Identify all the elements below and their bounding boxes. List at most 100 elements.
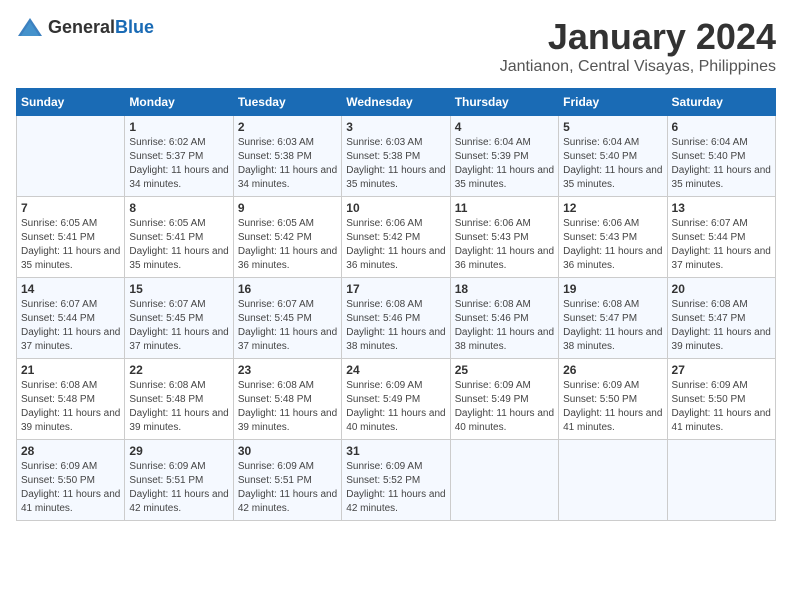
header-friday: Friday (559, 89, 667, 116)
day-number: 6 (672, 120, 771, 134)
calendar-table: SundayMondayTuesdayWednesdayThursdayFrid… (16, 88, 776, 521)
day-info: Sunrise: 6:04 AM Sunset: 5:40 PM Dayligh… (672, 136, 771, 192)
calendar-cell: 24Sunrise: 6:09 AM Sunset: 5:49 PM Dayli… (342, 359, 450, 440)
day-number: 18 (455, 282, 554, 296)
header-tuesday: Tuesday (233, 89, 341, 116)
calendar-cell: 14Sunrise: 6:07 AM Sunset: 5:44 PM Dayli… (17, 278, 125, 359)
calendar-cell: 12Sunrise: 6:06 AM Sunset: 5:43 PM Dayli… (559, 197, 667, 278)
calendar-cell (559, 440, 667, 521)
calendar-cell: 18 Sunrise: 6:08 AM Sunset: 5:46 PM Dayli… (450, 278, 558, 359)
day-number: 25 (455, 363, 554, 377)
logo-general-text: General (48, 17, 115, 37)
calendar-cell: 10 Sunrise: 6:06 AM Sunset: 5:42 PM Dayli… (342, 197, 450, 278)
calendar-cell: 8 Sunrise: 6:05 AM Sunset: 5:41 PM Daylig… (125, 197, 233, 278)
header-sunday: Sunday (17, 89, 125, 116)
calendar-week-row: 7 Sunrise: 6:05 AM Sunset: 5:41 PM Daylig… (17, 197, 776, 278)
calendar-cell: 29Sunrise: 6:09 AM Sunset: 5:51 PM Dayli… (125, 440, 233, 521)
calendar-cell: 21 Sunrise: 6:08 AM Sunset: 5:48 PM Dayli… (17, 359, 125, 440)
logo-blue-text: Blue (115, 17, 154, 37)
day-info: Sunrise: 6:06 AM Sunset: 5:43 PM Dayligh… (455, 217, 554, 273)
calendar-cell: 9 Sunrise: 6:05 AM Sunset: 5:42 PM Daylig… (233, 197, 341, 278)
day-info: Sunrise: 6:06 AM Sunset: 5:42 PM Dayligh… (346, 217, 445, 273)
day-number: 22 (129, 363, 228, 377)
day-info: Sunrise: 6:04 AM Sunset: 5:40 PM Dayligh… (563, 136, 662, 192)
day-info: Sunrise: 6:08 AM Sunset: 5:47 PM Dayligh… (672, 298, 771, 354)
calendar-cell: 31Sunrise: 6:09 AM Sunset: 5:52 PM Dayli… (342, 440, 450, 521)
day-info: Sunrise: 6:03 AM Sunset: 5:38 PM Dayligh… (346, 136, 445, 192)
calendar-week-row: 21 Sunrise: 6:08 AM Sunset: 5:48 PM Dayli… (17, 359, 776, 440)
page-header: GeneralBlue January 2024 Jantianon, Cent… (16, 16, 776, 76)
calendar-cell (450, 440, 558, 521)
day-info: Sunrise: 6:08 AM Sunset: 5:46 PM Dayligh… (346, 298, 445, 354)
day-number: 28 (21, 444, 120, 458)
day-info: Sunrise: 6:09 AM Sunset: 5:50 PM Dayligh… (563, 379, 662, 435)
day-number: 24 (346, 363, 445, 377)
calendar-cell: 20 Sunrise: 6:08 AM Sunset: 5:47 PM Dayli… (667, 278, 775, 359)
generalblue-logo-icon (16, 16, 44, 38)
header-monday: Monday (125, 89, 233, 116)
day-number: 19 (563, 282, 662, 296)
calendar-cell: 4Sunrise: 6:04 AM Sunset: 5:39 PM Daylig… (450, 116, 558, 197)
calendar-cell: 22 Sunrise: 6:08 AM Sunset: 5:48 PM Dayli… (125, 359, 233, 440)
calendar-week-row: 1 Sunrise: 6:02 AM Sunset: 5:37 PM Daylig… (17, 116, 776, 197)
day-number: 17 (346, 282, 445, 296)
day-number: 21 (21, 363, 120, 377)
day-number: 14 (21, 282, 120, 296)
calendar-cell (667, 440, 775, 521)
day-info: Sunrise: 6:08 AM Sunset: 5:48 PM Dayligh… (21, 379, 120, 435)
calendar-cell: 5 Sunrise: 6:04 AM Sunset: 5:40 PM Daylig… (559, 116, 667, 197)
header-thursday: Thursday (450, 89, 558, 116)
header-wednesday: Wednesday (342, 89, 450, 116)
day-info: Sunrise: 6:07 AM Sunset: 5:45 PM Dayligh… (238, 298, 337, 354)
month-title: January 2024 (500, 16, 776, 58)
day-info: Sunrise: 6:05 AM Sunset: 5:42 PM Dayligh… (238, 217, 337, 273)
day-info: Sunrise: 6:08 AM Sunset: 5:47 PM Dayligh… (563, 298, 662, 354)
day-number: 5 (563, 120, 662, 134)
day-info: Sunrise: 6:07 AM Sunset: 5:45 PM Dayligh… (129, 298, 228, 354)
location-title: Jantianon, Central Visayas, Philippines (500, 58, 776, 76)
day-number: 9 (238, 201, 337, 215)
day-info: Sunrise: 6:09 AM Sunset: 5:51 PM Dayligh… (238, 460, 337, 516)
day-info: Sunrise: 6:09 AM Sunset: 5:50 PM Dayligh… (21, 460, 120, 516)
calendar-cell: 2 Sunrise: 6:03 AM Sunset: 5:38 PM Daylig… (233, 116, 341, 197)
title-area: January 2024 Jantianon, Central Visayas,… (500, 16, 776, 76)
day-info: Sunrise: 6:09 AM Sunset: 5:50 PM Dayligh… (672, 379, 771, 435)
day-number: 26 (563, 363, 662, 377)
day-number: 30 (238, 444, 337, 458)
calendar-cell: 7 Sunrise: 6:05 AM Sunset: 5:41 PM Daylig… (17, 197, 125, 278)
calendar-cell: 28 Sunrise: 6:09 AM Sunset: 5:50 PM Dayli… (17, 440, 125, 521)
day-info: Sunrise: 6:05 AM Sunset: 5:41 PM Dayligh… (129, 217, 228, 273)
day-number: 8 (129, 201, 228, 215)
calendar-cell: 15Sunrise: 6:07 AM Sunset: 5:45 PM Dayli… (125, 278, 233, 359)
day-number: 1 (129, 120, 228, 134)
calendar-cell: 6 Sunrise: 6:04 AM Sunset: 5:40 PM Daylig… (667, 116, 775, 197)
calendar-cell: 25Sunrise: 6:09 AM Sunset: 5:49 PM Dayli… (450, 359, 558, 440)
day-number: 20 (672, 282, 771, 296)
calendar-week-row: 14Sunrise: 6:07 AM Sunset: 5:44 PM Dayli… (17, 278, 776, 359)
calendar-cell: 19 Sunrise: 6:08 AM Sunset: 5:47 PM Dayli… (559, 278, 667, 359)
calendar-cell: 23Sunrise: 6:08 AM Sunset: 5:48 PM Dayli… (233, 359, 341, 440)
day-info: Sunrise: 6:02 AM Sunset: 5:37 PM Dayligh… (129, 136, 228, 192)
header-saturday: Saturday (667, 89, 775, 116)
day-info: Sunrise: 6:08 AM Sunset: 5:48 PM Dayligh… (238, 379, 337, 435)
calendar-cell: 27Sunrise: 6:09 AM Sunset: 5:50 PM Dayli… (667, 359, 775, 440)
day-number: 13 (672, 201, 771, 215)
calendar-cell: 3 Sunrise: 6:03 AM Sunset: 5:38 PM Daylig… (342, 116, 450, 197)
day-number: 10 (346, 201, 445, 215)
calendar-cell: 30 Sunrise: 6:09 AM Sunset: 5:51 PM Dayli… (233, 440, 341, 521)
day-number: 16 (238, 282, 337, 296)
calendar-cell: 16 Sunrise: 6:07 AM Sunset: 5:45 PM Dayli… (233, 278, 341, 359)
day-info: Sunrise: 6:08 AM Sunset: 5:46 PM Dayligh… (455, 298, 554, 354)
day-info: Sunrise: 6:03 AM Sunset: 5:38 PM Dayligh… (238, 136, 337, 192)
day-info: Sunrise: 6:08 AM Sunset: 5:48 PM Dayligh… (129, 379, 228, 435)
day-info: Sunrise: 6:06 AM Sunset: 5:43 PM Dayligh… (563, 217, 662, 273)
day-info: Sunrise: 6:09 AM Sunset: 5:51 PM Dayligh… (129, 460, 228, 516)
calendar-cell (17, 116, 125, 197)
logo: GeneralBlue (16, 16, 154, 38)
day-info: Sunrise: 6:04 AM Sunset: 5:39 PM Dayligh… (455, 136, 554, 192)
day-info: Sunrise: 6:05 AM Sunset: 5:41 PM Dayligh… (21, 217, 120, 273)
calendar-cell: 1 Sunrise: 6:02 AM Sunset: 5:37 PM Daylig… (125, 116, 233, 197)
day-number: 7 (21, 201, 120, 215)
day-number: 3 (346, 120, 445, 134)
day-number: 2 (238, 120, 337, 134)
